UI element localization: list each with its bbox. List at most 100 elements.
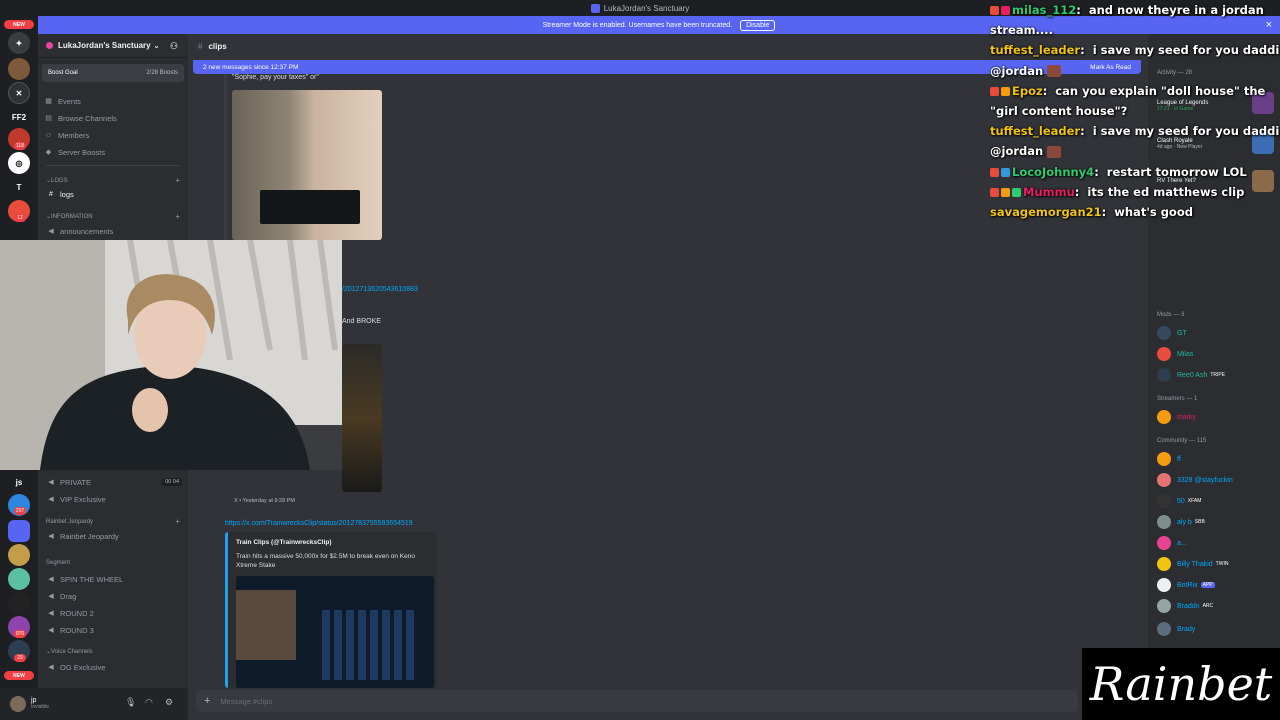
category-information[interactable]: ⌄ INFORMATION +	[46, 212, 180, 221]
member-item[interactable]: a...	[1157, 535, 1187, 551]
gear-icon[interactable]: ⚙	[165, 697, 173, 708]
avatar[interactable]	[10, 696, 26, 712]
embed-border	[224, 74, 227, 240]
member-item[interactable]: Brady	[1157, 621, 1195, 637]
microphone-icon[interactable]: 🎙	[125, 697, 136, 708]
voice-icon: ◀	[48, 533, 54, 540]
stream-chat-overlay: milas_112: and now theyre in a jordan st…	[990, 0, 1280, 220]
guild-header[interactable]: LukaJordan's Sanctuary ⌄ ⚇	[38, 34, 188, 58]
avatar	[1157, 410, 1171, 424]
embed-image[interactable]	[342, 344, 382, 492]
message-link[interactable]: https://x.com/TrainwrecksClip/status/201…	[225, 520, 413, 527]
new-badge: NEW	[4, 671, 34, 680]
chat-line: tuffest_leader: i save my seed for you d…	[990, 43, 1280, 58]
embed-video-thumbnail[interactable]	[236, 576, 434, 688]
voice-icon: ◀	[48, 496, 54, 503]
avatar	[1157, 515, 1171, 529]
avatar	[1157, 536, 1171, 550]
channel-round-3[interactable]: ◀ ROUND 3	[44, 623, 182, 637]
member-item[interactable]: Braddn ARC	[1157, 598, 1213, 614]
server-icon[interactable]	[8, 592, 30, 614]
channel-drag[interactable]: ◀ Drag	[44, 589, 182, 603]
guild-icon	[46, 42, 53, 49]
keno-grid	[322, 610, 418, 680]
mention-badge: 118	[14, 142, 26, 150]
member-item[interactable]: ff	[1157, 451, 1181, 467]
channel-private[interactable]: ◀ PRIVATE 00 04	[44, 475, 182, 489]
category-voice-channels[interactable]: ⌄ Voice Channels	[46, 648, 180, 656]
boost-goal-bar[interactable]: Boost Goal 2/28 Boosts	[42, 64, 184, 82]
member-item[interactable]: Billy Thakid TWIN	[1157, 556, 1228, 572]
plus-icon[interactable]: +	[204, 695, 210, 707]
message-composer[interactable]: + Message #clips	[196, 690, 1078, 712]
server-icon[interactable]	[8, 544, 30, 566]
streamer-mode-text: Streamer Mode is enabled. Usernames have…	[542, 21, 733, 29]
user-info[interactable]: jp Invisible	[31, 697, 49, 711]
channel-og-exclusive[interactable]: ◀ OG Exclusive	[44, 660, 182, 674]
embed-description: Train hits a massive 50,000x for $2.5M t…	[236, 553, 415, 569]
nav-events[interactable]: ▦ Events	[44, 94, 81, 108]
member-item[interactable]: GT	[1157, 325, 1187, 341]
member-item[interactable]: 50 XFAM	[1157, 493, 1201, 509]
channel-title: clips	[208, 41, 227, 51]
server-icon[interactable]	[8, 58, 30, 80]
channel-rainbet-jeopardy[interactable]: ◀ Rainbet Jeopardy	[44, 529, 182, 543]
embed-footer: X • Yesterday at 9:28 PM	[234, 498, 295, 504]
webcam-feed	[0, 240, 342, 470]
member-item[interactable]: 3328 @stayfuckin	[1157, 472, 1233, 488]
server-t[interactable]: T	[8, 176, 30, 198]
channel-spin-the-wheel[interactable]: ◀ SPIN THE WHEEL	[44, 572, 182, 586]
mention-badge: 970	[14, 630, 26, 638]
chat-line: Mummu: its the ed matthews clip	[990, 182, 1280, 202]
embed-image[interactable]	[232, 90, 382, 240]
mods-header: Mods — 3	[1157, 312, 1185, 318]
chat-line: @jordan	[990, 61, 1280, 81]
add-channel-icon[interactable]: +	[175, 517, 180, 526]
message-text: And BROKE	[342, 318, 381, 325]
chat-line: savagemorgan21: what's good	[990, 205, 1193, 220]
embed-title[interactable]: Train Clips (@TrainwrecksClip)	[236, 539, 437, 546]
category-logs[interactable]: ⌄ LOGS +	[46, 176, 180, 185]
nav-browse-channels[interactable]: ▤ Browse Channels	[44, 111, 117, 125]
server-js[interactable]: js	[8, 471, 30, 493]
openai-server-icon[interactable]: ◎	[8, 152, 30, 174]
member-item[interactable]: Milas	[1157, 346, 1193, 362]
server-icon[interactable]	[8, 568, 30, 590]
category-rainbet-jeopardy[interactable]: Rainbet Jeopardy +	[46, 517, 180, 526]
member-item[interactable]: BotRix APP	[1157, 577, 1215, 593]
boost-count: 2/28 Boosts	[146, 70, 178, 76]
badge-icon	[1012, 187, 1021, 197]
add-user-icon[interactable]: ⚇	[170, 41, 178, 52]
embed-snippet: "Sophie, pay your taxes" or"	[232, 74, 319, 81]
mention-badge: 297	[14, 507, 26, 515]
server-folder-icon[interactable]	[8, 520, 30, 542]
voice-count: 00 04	[162, 478, 182, 486]
avatar	[1157, 368, 1171, 382]
badge-icon	[1001, 187, 1010, 197]
badge-icon	[1001, 6, 1010, 15]
channel-announcements[interactable]: ◀ announcements	[44, 224, 182, 238]
channel-round-2[interactable]: ◀ ROUND 2	[44, 606, 182, 620]
direct-messages-icon[interactable]: ✦	[8, 32, 30, 54]
server-ff2[interactable]: FF2	[8, 106, 30, 128]
member-item[interactable]: Ree0 Ash TRIPE	[1157, 367, 1225, 383]
add-channel-icon[interactable]: +	[175, 176, 180, 185]
headphones-icon[interactable]: ◠	[145, 697, 153, 708]
message-input[interactable]: Message #clips	[220, 697, 272, 706]
nav-server-boosts[interactable]: ◆ Server Boosts	[44, 145, 105, 159]
voice-icon: ◀	[48, 610, 54, 617]
channel-vip-exclusive[interactable]: ◀ VIP Exclusive	[44, 492, 182, 506]
member-item[interactable]: aly b SBB	[1157, 514, 1205, 530]
user-panel: jp Invisible 🎙 ◠ ⚙	[0, 688, 188, 720]
disable-streamer-mode-button[interactable]: Disable	[740, 19, 776, 31]
member-item[interactable]: marky	[1157, 409, 1196, 425]
add-channel-icon[interactable]: +	[175, 212, 180, 221]
nav-members[interactable]: ☺ Members	[44, 128, 89, 142]
channel-logs[interactable]: # logs	[44, 187, 182, 201]
message-link[interactable]: /2012713620543610883	[342, 286, 418, 293]
members-icon: ☺	[44, 131, 53, 139]
server-icon[interactable]: ✕	[8, 82, 30, 104]
emote-icon	[1047, 145, 1062, 158]
category-segment[interactable]: Segment	[46, 560, 180, 566]
chevron-down-icon: ⌄	[153, 42, 160, 50]
